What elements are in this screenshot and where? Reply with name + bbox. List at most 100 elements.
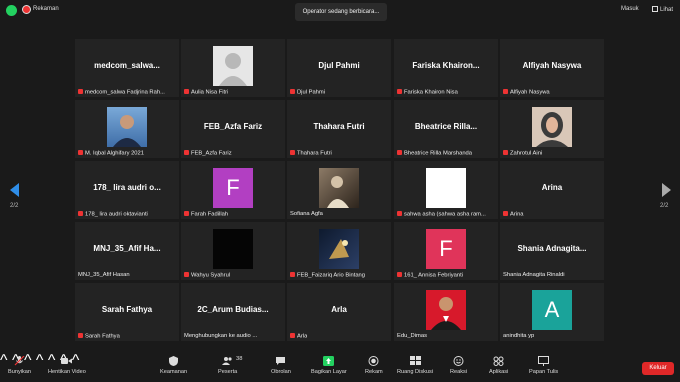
muted-mic-icon bbox=[78, 210, 83, 216]
muted-mic-icon bbox=[290, 332, 295, 338]
participant-tile[interactable]: Thahara Futri Thahara Futri bbox=[287, 100, 391, 158]
muted-mic-icon bbox=[184, 271, 189, 277]
participant-tile[interactable]: F Farah Fadillah bbox=[181, 161, 285, 219]
profile-picture bbox=[319, 168, 359, 208]
previous-page-arrow-icon[interactable] bbox=[10, 183, 19, 197]
profile-picture bbox=[426, 168, 466, 208]
participant-display-name: Alfiyah Nasywa bbox=[522, 61, 582, 70]
muted-mic-icon bbox=[184, 149, 189, 155]
participant-name-label: Sofiana Agfa bbox=[290, 211, 323, 217]
participant-tile[interactable]: F 161_ Annisa Febriyanti bbox=[394, 222, 498, 280]
apps-label: Aplikasi bbox=[489, 369, 509, 375]
participant-tile[interactable]: Aulia Nisa Fitri bbox=[181, 39, 285, 97]
participant-name-text: Farah Fadillah bbox=[191, 211, 229, 217]
participant-name-label: MNJ_35_Afif Hasan bbox=[78, 272, 130, 278]
stop-video-button[interactable]: Hentikan Video bbox=[48, 356, 86, 375]
participant-name-text: Alfiyah Nasywa bbox=[510, 89, 550, 95]
whiteboard-button[interactable]: Papan Tulis bbox=[529, 356, 558, 375]
profile-picture bbox=[426, 290, 466, 330]
record-label: Rekam bbox=[365, 369, 383, 375]
participant-name-text: Zahrotul Aini bbox=[510, 150, 543, 156]
view-label: Lihat bbox=[660, 7, 674, 13]
participant-tile[interactable]: Bheatrice Rilla... Bheatrice Rilla Marsha… bbox=[394, 100, 498, 158]
grid-icon bbox=[652, 6, 658, 12]
security-button[interactable]: Keamanan bbox=[160, 356, 187, 375]
participant-display-name: Arina bbox=[541, 183, 563, 192]
speaker-banner: Operator sedang berbicara... bbox=[295, 3, 387, 21]
participant-tile[interactable]: Sofiana Agfa bbox=[287, 161, 391, 219]
share-label: Bagikan Layar bbox=[311, 369, 347, 375]
participant-tile[interactable]: Arina Arina bbox=[500, 161, 604, 219]
participant-tile[interactable]: FEB_Azfa Fariz FEB_Azfa Fariz bbox=[181, 100, 285, 158]
participant-name-label: Wahyu Syahrul bbox=[184, 271, 230, 278]
page-indicator-right: 2/2 bbox=[660, 203, 669, 209]
participant-name-label: Arla bbox=[290, 332, 308, 339]
profile-picture bbox=[319, 229, 359, 269]
participant-tile[interactable]: MNJ_35_Afif Ha... MNJ_35_Afif Hasan bbox=[75, 222, 179, 280]
top-bar: Rekaman Operator sedang berbicara... Mas… bbox=[0, 0, 680, 22]
chat-button[interactable]: Obrolan bbox=[271, 356, 291, 375]
participant-display-name: MNJ_35_Afif Ha... bbox=[93, 244, 161, 253]
breakout-rooms-button[interactable]: Ruang Diskusi bbox=[397, 356, 433, 375]
view-button[interactable]: Lihat bbox=[652, 6, 673, 13]
breakout-rooms-icon bbox=[409, 356, 421, 365]
participant-name-label: 161_ Annisa Febriyanti bbox=[397, 271, 463, 278]
participant-name-label: Shania Adnagita Rinaldi bbox=[503, 272, 565, 278]
breakout-label: Ruang Diskusi bbox=[397, 369, 434, 375]
participant-display-name: Bheatrice Rilla... bbox=[414, 122, 478, 131]
next-page-arrow-icon[interactable] bbox=[662, 183, 671, 197]
muted-mic-icon bbox=[397, 210, 402, 216]
participant-name-text: anindhita yp bbox=[503, 333, 535, 339]
participant-name-label: Alfiyah Nasywa bbox=[503, 88, 550, 95]
audio-options-caret-icon[interactable]: ^ bbox=[0, 352, 8, 369]
participant-tile[interactable]: M. Iqbal Alghifary 2021 bbox=[75, 100, 179, 158]
participant-display-name: 2C_Arum Budias... bbox=[197, 305, 269, 314]
participant-name-text: FEB_Faizariq Ario Bintang bbox=[297, 272, 365, 278]
recording-label: Rekaman bbox=[33, 6, 59, 12]
exit-fullscreen-button[interactable]: Masuk bbox=[621, 6, 639, 12]
participant-tile[interactable]: Fariska Khairon... Fariska Khairon Nisa bbox=[394, 39, 498, 97]
chat-caret-icon[interactable]: ^ bbox=[36, 352, 44, 369]
chat-icon bbox=[276, 357, 286, 365]
participant-tile[interactable]: Shania Adnagita... Shania Adnagita Rinald… bbox=[500, 222, 604, 280]
participant-name-text: M. Iqbal Alghifary 2021 bbox=[85, 150, 144, 156]
participant-tile[interactable]: FEB_Faizariq Ario Bintang bbox=[287, 222, 391, 280]
participant-tile[interactable]: Zahrotul Aini bbox=[500, 100, 604, 158]
participant-name-text: Shania Adnagita Rinaldi bbox=[503, 272, 565, 278]
shield-icon[interactable] bbox=[6, 5, 17, 16]
participant-count: 38 bbox=[236, 356, 243, 362]
participant-tile[interactable]: Edu_Dimas bbox=[394, 283, 498, 341]
participant-display-name: Shania Adnagita... bbox=[517, 244, 587, 253]
record-button[interactable]: Rekam bbox=[365, 356, 383, 375]
reactions-button[interactable]: Reaksi bbox=[450, 356, 467, 375]
share-screen-button[interactable]: Bagikan Layar bbox=[311, 356, 347, 375]
participant-display-name: medcom_salwa... bbox=[94, 61, 160, 70]
participant-tile[interactable]: Aanindhita yp bbox=[500, 283, 604, 341]
participant-name-label: Arina bbox=[503, 210, 524, 217]
video-camera-icon bbox=[61, 358, 73, 364]
participant-tile[interactable]: Djul Pahmi Djul Pahmi bbox=[287, 39, 391, 97]
participant-tile[interactable]: 178_ lira audri o... 178_ lira audri okta… bbox=[75, 161, 179, 219]
participant-tile[interactable]: Wahyu Syahrul bbox=[181, 222, 285, 280]
participant-name-label: 178_ lira audri oktavianti bbox=[78, 210, 148, 217]
participant-name-text: Arla bbox=[297, 333, 308, 339]
participant-tile[interactable]: 2C_Arum Budias... Menghubungkan ke audio … bbox=[181, 283, 285, 341]
participant-display-name: Sarah Fathya bbox=[101, 305, 153, 314]
mute-button[interactable]: Bunyikan bbox=[8, 356, 31, 375]
participant-tile[interactable]: Alfiyah Nasywa Alfiyah Nasywa bbox=[500, 39, 604, 97]
participant-name-label: anindhita yp bbox=[503, 333, 534, 339]
leave-button[interactable]: Keluar bbox=[642, 362, 674, 375]
participants-label: Peserta bbox=[218, 369, 238, 375]
recording-icon[interactable] bbox=[22, 5, 31, 14]
participants-button[interactable]: Peserta bbox=[218, 356, 237, 375]
participant-tile[interactable]: medcom_salwa... medcom_salwa Fadjrina Rah… bbox=[75, 39, 179, 97]
letter-avatar: A bbox=[532, 290, 572, 330]
chat-label: Obrolan bbox=[271, 369, 291, 375]
participant-name-label: Fariska Khairon Nisa bbox=[397, 88, 458, 95]
participant-tile[interactable]: sahwa asha (sahwa asha ram... bbox=[394, 161, 498, 219]
muted-mic-icon bbox=[78, 332, 83, 338]
reactions-label: Reaksi bbox=[450, 369, 468, 375]
apps-button[interactable]: Aplikasi bbox=[489, 356, 508, 375]
participant-tile[interactable]: Arla Arla bbox=[287, 283, 391, 341]
participant-tile[interactable]: Sarah Fathya Sarah Fathya bbox=[75, 283, 179, 341]
